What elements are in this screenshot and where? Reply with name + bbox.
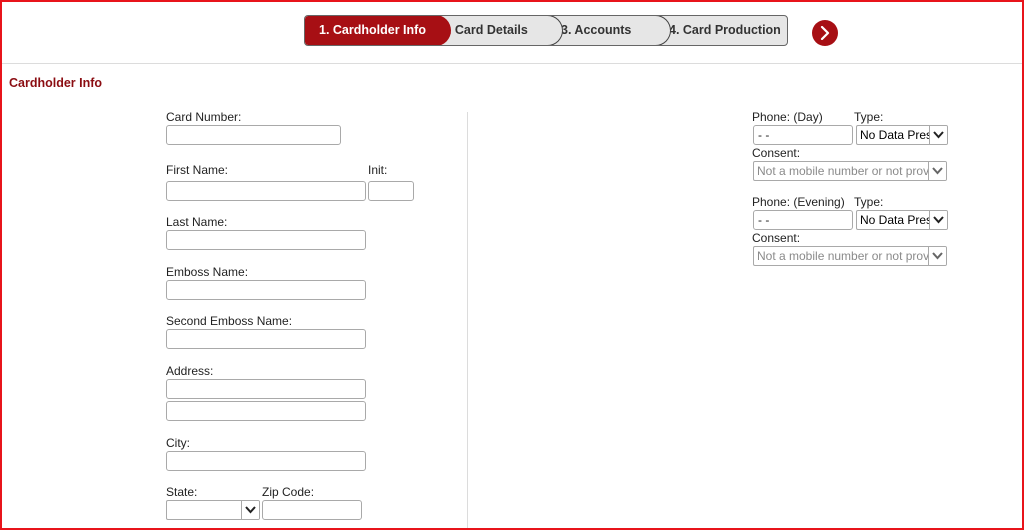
- state-select[interactable]: [166, 500, 260, 520]
- last-name-label: Last Name:: [166, 215, 228, 229]
- card-number-input[interactable]: [166, 125, 341, 145]
- phone-day-consent-select[interactable]: Not a mobile number or not provided: [753, 161, 947, 181]
- tab-accounts[interactable]: 3. Accounts: [549, 16, 671, 45]
- step-label: 1. Cardholder Info: [319, 23, 426, 37]
- address-line1-input[interactable]: [166, 379, 366, 399]
- phone-evening-type-label: Type:: [854, 195, 884, 209]
- emboss-name-label: Emboss Name:: [166, 265, 249, 279]
- first-name-label: First Name:: [166, 163, 229, 177]
- wizard-steps: 4. Card Production 3. Accounts 2. Card D…: [304, 15, 788, 46]
- phone-day-type-value: No Data Present: [860, 128, 930, 142]
- chevron-down-icon: [932, 167, 943, 175]
- phone-day-label: Phone: (Day): [752, 110, 823, 124]
- tab-card-details[interactable]: 2. Card Details: [437, 16, 563, 45]
- phone-evening-type-select[interactable]: No Data Present: [856, 210, 948, 230]
- column-divider: [467, 112, 468, 528]
- phone-evening-label: Phone: (Evening): [752, 195, 845, 209]
- section-title: Cardholder Info: [9, 76, 103, 90]
- tab-card-production[interactable]: 4. Card Production: [657, 16, 787, 45]
- wizard-header: 4. Card Production 3. Accounts 2. Card D…: [2, 2, 1022, 64]
- chevron-right-icon: [820, 26, 830, 40]
- chevron-down-icon: [245, 506, 256, 514]
- phone-evening-consent-value: Not a mobile number or not provided: [757, 249, 929, 263]
- chevron-down-icon: [932, 252, 943, 260]
- card-number-label: Card Number:: [166, 110, 242, 124]
- emboss-name-input[interactable]: [166, 280, 366, 300]
- zip-code-input[interactable]: [262, 500, 362, 520]
- phone-day-type-label: Type:: [854, 110, 884, 124]
- address-label: Address:: [166, 364, 214, 378]
- app-frame: 4. Card Production 3. Accounts 2. Card D…: [0, 0, 1024, 530]
- phone-evening-type-value: No Data Present: [860, 213, 930, 227]
- init-label: Init:: [368, 163, 388, 177]
- phone-day-type-select[interactable]: No Data Present: [856, 125, 948, 145]
- last-name-input[interactable]: [166, 230, 366, 250]
- step-label: 2. Card Details: [441, 23, 528, 37]
- phone-day-input[interactable]: [753, 125, 853, 145]
- tab-cardholder-info[interactable]: 1. Cardholder Info: [305, 16, 451, 45]
- step-label: 3. Accounts: [561, 23, 632, 37]
- phone-evening-consent-select[interactable]: Not a mobile number or not provided: [753, 246, 947, 266]
- phone-day-consent-label: Consent:: [752, 146, 801, 160]
- second-emboss-name-label: Second Emboss Name:: [166, 314, 293, 328]
- city-label: City:: [166, 436, 190, 450]
- chevron-down-icon: [933, 216, 944, 224]
- chevron-down-icon: [933, 131, 944, 139]
- step-label: 4. Card Production: [669, 23, 781, 37]
- city-input[interactable]: [166, 451, 366, 471]
- second-emboss-name-input[interactable]: [166, 329, 366, 349]
- init-input[interactable]: [368, 181, 414, 201]
- phone-evening-input[interactable]: [753, 210, 853, 230]
- phone-evening-consent-label: Consent:: [752, 231, 801, 245]
- phone-day-consent-value: Not a mobile number or not provided: [757, 164, 929, 178]
- first-name-input[interactable]: [166, 181, 366, 201]
- state-label: State:: [166, 485, 198, 499]
- zip-code-label: Zip Code:: [262, 485, 315, 499]
- address-line2-input[interactable]: [166, 401, 366, 421]
- next-step-button[interactable]: [812, 20, 838, 46]
